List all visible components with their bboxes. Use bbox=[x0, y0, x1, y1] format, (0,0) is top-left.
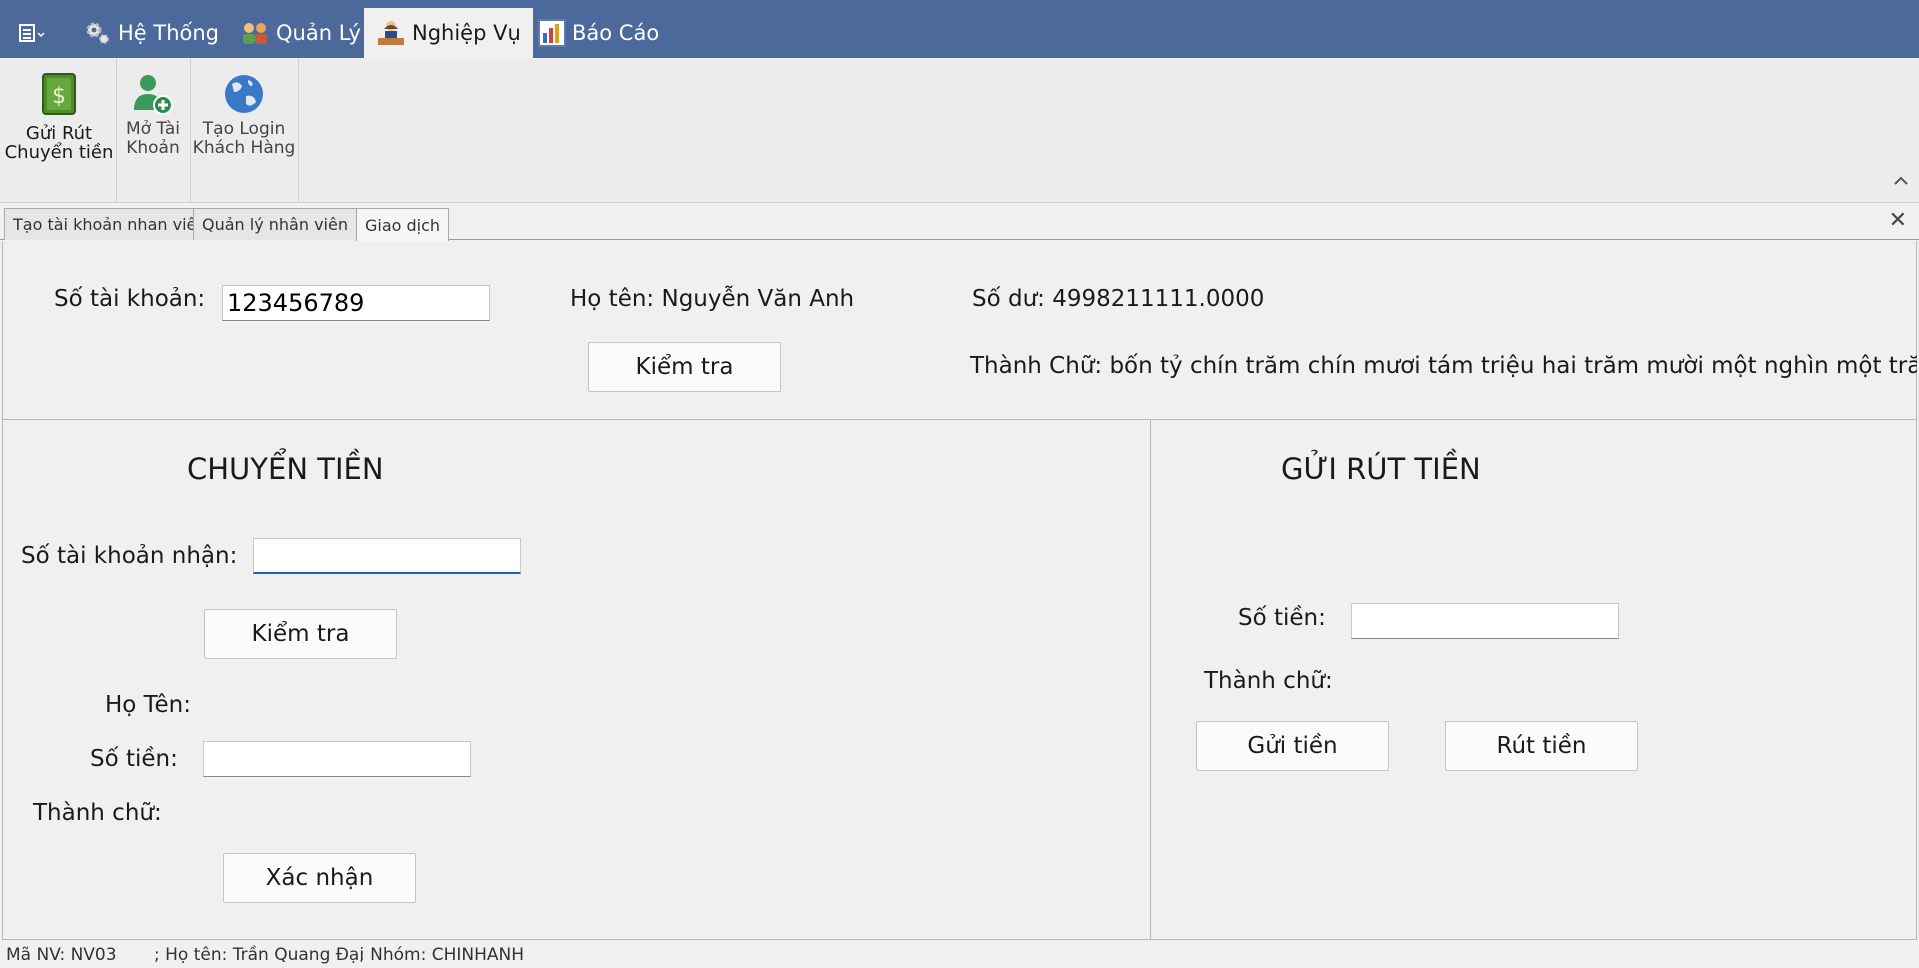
receiver-name-label: Họ Tên: bbox=[105, 692, 191, 718]
check-account-button[interactable]: Kiểm tra bbox=[588, 342, 781, 392]
ribbon-panel: $ Gửi Rút Chuyển tiền Mở Tài Khoản Tạo L… bbox=[0, 58, 1919, 203]
document-tab-strip: Tạo tài khoản nhan viên Quản lý nhân viê… bbox=[0, 204, 1919, 241]
status-employee-id: Mã NV: NV03 bbox=[6, 945, 117, 965]
account-number-input[interactable] bbox=[222, 285, 490, 321]
report-chart-icon bbox=[538, 19, 566, 47]
ribbon-separator bbox=[298, 58, 299, 203]
doc-tab-label: Giao dịch bbox=[365, 215, 441, 235]
transfer-words-label: Thành chữ: bbox=[33, 800, 162, 826]
tab-quan-ly[interactable]: Quản Lý bbox=[228, 8, 373, 58]
tab-bao-cao[interactable]: Báo Cáo bbox=[526, 8, 671, 58]
receiver-account-label: Số tài khoản nhận: bbox=[21, 543, 238, 569]
transfer-amount-label: Số tiền: bbox=[90, 746, 178, 772]
ribbon-button-line2: Khoản bbox=[126, 138, 180, 158]
withdraw-button[interactable]: Rút tiền bbox=[1445, 721, 1638, 771]
deposit-button[interactable]: Gửi tiền bbox=[1196, 721, 1389, 771]
globe-icon bbox=[225, 75, 263, 113]
status-employee-name: ; Họ tên: Trần Quang Đại bbox=[154, 945, 365, 965]
gears-icon bbox=[86, 22, 109, 44]
ribbon-button-line1: Gửi Rút bbox=[25, 123, 93, 144]
account-number-label: Số tài khoản: bbox=[54, 286, 206, 312]
receiver-account-input[interactable] bbox=[253, 538, 521, 574]
doc-tab-label: Tạo tài khoản nhan viên bbox=[13, 215, 207, 234]
collapse-ribbon-icon[interactable] bbox=[1893, 170, 1909, 191]
ribbon-button-line2: Chuyển tiền bbox=[4, 142, 114, 163]
close-icon[interactable]: ✕ bbox=[1889, 208, 1907, 233]
transfer-amount-input[interactable] bbox=[203, 741, 471, 777]
deposit-amount-label: Số tiền: bbox=[1238, 605, 1326, 631]
check-receiver-button[interactable]: Kiểm tra bbox=[204, 609, 397, 659]
gui-rut-chuyen-tien-button[interactable]: $ Gửi Rút Chuyển tiền bbox=[4, 58, 114, 203]
doc-tab-giao-dich[interactable]: Giao dịch bbox=[356, 208, 450, 241]
doc-tab-tao-tai-khoan[interactable]: Tạo tài khoản nhan viên bbox=[4, 208, 216, 240]
mo-tai-khoan-button[interactable]: Mở Tài Khoản bbox=[118, 58, 188, 203]
account-panel bbox=[2, 241, 1917, 420]
balance-in-words: Thành Chữ: bốn tỷ chín trăm chín mươi tá… bbox=[970, 353, 1917, 379]
ribbon-button-line1: Tạo Login bbox=[202, 119, 286, 139]
tab-label: Nghiệp Vụ bbox=[412, 21, 521, 45]
tab-nghiep-vu[interactable]: Nghiệp Vụ bbox=[364, 8, 533, 58]
people-icon bbox=[243, 23, 267, 44]
balance-in-words-clip: Thành Chữ: bốn tỷ chín trăm chín mươi tá… bbox=[970, 353, 1917, 389]
doc-tab-quan-ly-nhan-vien[interactable]: Quản lý nhân viên bbox=[193, 208, 357, 240]
ribbon-tab-bar: Hệ Thống Quản Lý Nghiệp Vụ Báo Cáo bbox=[0, 0, 1919, 58]
deposit-words-label: Thành chữ: bbox=[1204, 668, 1333, 694]
tab-he-thong[interactable]: Hệ Thống bbox=[72, 8, 231, 58]
transfer-panel bbox=[2, 419, 1151, 940]
status-bar: Mã NV: NV03 ; Họ tên: Trần Quang Đại ; N… bbox=[0, 940, 1919, 968]
account-balance: Số dư: 4998211111.0000 bbox=[972, 286, 1265, 312]
doc-tab-label: Quản lý nhân viên bbox=[202, 215, 348, 234]
tab-label: Hệ Thống bbox=[118, 21, 220, 45]
money-book-icon: $ bbox=[42, 73, 76, 115]
worker-desk-icon bbox=[378, 21, 404, 45]
tao-login-khach-hang-button[interactable]: Tạo Login Khách Hàng bbox=[192, 58, 296, 203]
transfer-heading: CHUYỂN TIỀN bbox=[187, 452, 384, 486]
ribbon-button-line2: Khách Hàng bbox=[192, 138, 296, 158]
menu-icon bbox=[19, 24, 45, 42]
status-group: ; Nhóm: CHINHANH bbox=[359, 945, 525, 965]
deposit-heading: GỬI RÚT TIỀN bbox=[1281, 452, 1481, 486]
ribbon-button-line1: Mở Tài bbox=[125, 119, 180, 139]
ribbon-separator bbox=[116, 58, 117, 203]
deposit-amount-input[interactable] bbox=[1351, 603, 1619, 639]
add-user-icon bbox=[134, 75, 173, 115]
tab-label: Quản Lý bbox=[276, 21, 361, 45]
ribbon-separator bbox=[190, 58, 191, 203]
svg-text:$: $ bbox=[52, 84, 66, 109]
app-menu-button[interactable] bbox=[10, 14, 54, 52]
tab-label: Báo Cáo bbox=[572, 21, 660, 45]
confirm-transfer-button[interactable]: Xác nhận bbox=[223, 853, 416, 903]
account-holder-name: Họ tên: Nguyễn Văn Anh bbox=[570, 286, 855, 312]
